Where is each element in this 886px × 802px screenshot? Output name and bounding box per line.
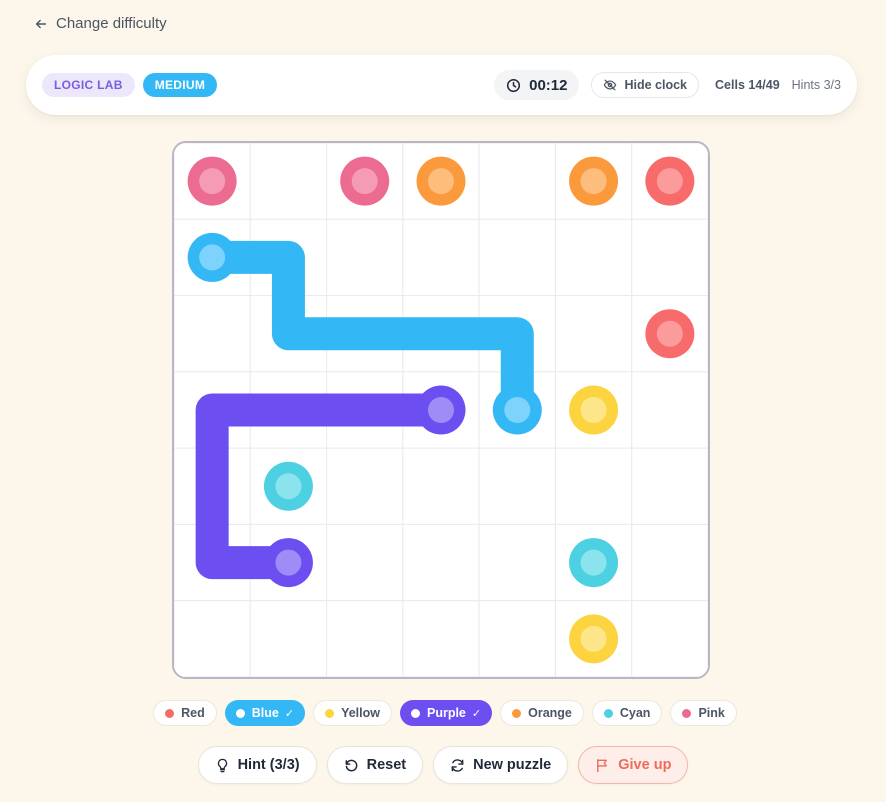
reset-icon (345, 759, 357, 771)
puzzle-board[interactable] (172, 141, 710, 679)
board-grid[interactable] (174, 143, 708, 677)
pink-endpoint[interactable] (340, 156, 390, 206)
color-dot-icon (235, 708, 245, 718)
check-icon: ✓ (284, 707, 295, 720)
cells-counter: Cells 14/49 (715, 78, 780, 92)
legend-chip-red[interactable]: Red (153, 700, 217, 726)
color-dot-icon (325, 708, 335, 718)
refresh-icon (451, 758, 464, 772)
grid-cell[interactable] (478, 600, 556, 677)
pink-endpoint[interactable] (187, 156, 237, 206)
legend-chip-label: Yellow (341, 706, 380, 720)
purple-endpoint[interactable] (416, 385, 466, 435)
flag-icon (597, 758, 608, 772)
give-up-label: Give up (618, 757, 672, 773)
timer: 00:12 (494, 70, 580, 100)
hide-clock-button[interactable]: Hide clock (591, 72, 700, 98)
grid-cell[interactable] (478, 523, 556, 602)
grid-cell[interactable] (631, 600, 708, 677)
grid-cell[interactable] (326, 447, 404, 525)
yellow-endpoint[interactable] (569, 385, 619, 435)
cyan-endpoint[interactable] (263, 461, 313, 511)
hint-label: Hint (3/3) (237, 757, 300, 773)
grid-cell[interactable] (631, 447, 708, 525)
legend-chip-blue[interactable]: Blue ✓ (224, 700, 306, 726)
grid-cell[interactable] (631, 371, 708, 449)
legend-chip-label: Orange (528, 706, 572, 720)
color-dot-icon (603, 708, 613, 718)
blue-endpoint[interactable] (187, 232, 237, 282)
yellow-endpoint[interactable] (569, 614, 619, 664)
blue-endpoint[interactable] (492, 385, 542, 435)
lightbulb-icon (217, 758, 227, 772)
check-icon: ✓ (471, 707, 482, 720)
difficulty-badge: MEDIUM (142, 73, 218, 97)
clock-icon (507, 78, 521, 92)
hint-button[interactable]: Hint (3/3) (197, 746, 317, 784)
grid-cell[interactable] (326, 218, 404, 297)
grid-cell[interactable] (174, 600, 251, 677)
color-legend: Red Blue ✓ Yellow Purple ✓ Orange Cyan Pink (0, 700, 886, 726)
color-dot-icon (512, 708, 522, 718)
action-bar: Hint (3/3) Reset New puzzle Give up (0, 746, 886, 784)
legend-chip-orange[interactable]: Orange (500, 700, 584, 726)
grid-cell[interactable] (631, 218, 708, 297)
eye-off-icon (604, 79, 617, 91)
grid-cell[interactable] (249, 600, 328, 677)
grid-cell[interactable] (174, 295, 251, 373)
arrow-left-icon (35, 19, 47, 28)
hints-counter: Hints 3/3 (791, 78, 841, 92)
reset-button[interactable]: Reset (326, 746, 424, 784)
legend-chip-yellow[interactable]: Yellow (313, 700, 392, 726)
grid-cell[interactable] (478, 143, 556, 220)
grid-cell[interactable] (326, 600, 404, 677)
change-difficulty-link[interactable]: Change difficulty (34, 15, 167, 32)
grid-cell[interactable] (402, 600, 480, 677)
grid-cell[interactable] (478, 447, 556, 525)
color-dot-icon (682, 708, 692, 718)
hide-clock-label: Hide clock (624, 78, 688, 92)
grid-cell[interactable] (554, 447, 633, 525)
color-dot-icon (410, 708, 420, 718)
give-up-button[interactable]: Give up (578, 746, 689, 784)
orange-endpoint[interactable] (416, 156, 466, 206)
cyan-endpoint[interactable] (569, 538, 619, 588)
change-difficulty-label: Change difficulty (56, 15, 167, 32)
grid-cell[interactable] (402, 523, 480, 602)
grid-cell[interactable] (249, 143, 328, 220)
timer-value: 00:12 (529, 76, 568, 94)
grid-cell[interactable] (402, 447, 480, 525)
red-endpoint[interactable] (645, 156, 695, 206)
game-header: LOGIC LAB MEDIUM 00:12 Hide clock Cells … (26, 55, 857, 115)
grid-cell[interactable] (631, 523, 708, 602)
red-endpoint[interactable] (645, 309, 695, 359)
legend-chip-label: Red (181, 706, 205, 720)
legend-chip-label: Purple (426, 706, 466, 720)
legend-chip-label: Pink (698, 706, 725, 720)
grid-cell[interactable] (554, 295, 633, 373)
legend-chip-label: Cyan (619, 706, 651, 720)
purple-endpoint[interactable] (263, 538, 313, 588)
legend-chip-pink[interactable]: Pink (670, 700, 737, 726)
reset-label: Reset (366, 757, 407, 773)
orange-endpoint[interactable] (569, 156, 619, 206)
new-puzzle-button[interactable]: New puzzle (433, 746, 569, 784)
brand-badge: LOGIC LAB (42, 73, 135, 97)
grid-cell[interactable] (478, 218, 556, 297)
new-puzzle-label: New puzzle (473, 757, 552, 773)
color-dot-icon (165, 708, 175, 718)
legend-chip-label: Blue (251, 706, 279, 720)
grid-cell[interactable] (402, 218, 480, 297)
legend-chip-purple[interactable]: Purple ✓ (399, 700, 493, 726)
legend-chip-cyan[interactable]: Cyan (591, 700, 663, 726)
grid-cell[interactable] (554, 218, 633, 297)
grid-cell[interactable] (326, 523, 404, 602)
